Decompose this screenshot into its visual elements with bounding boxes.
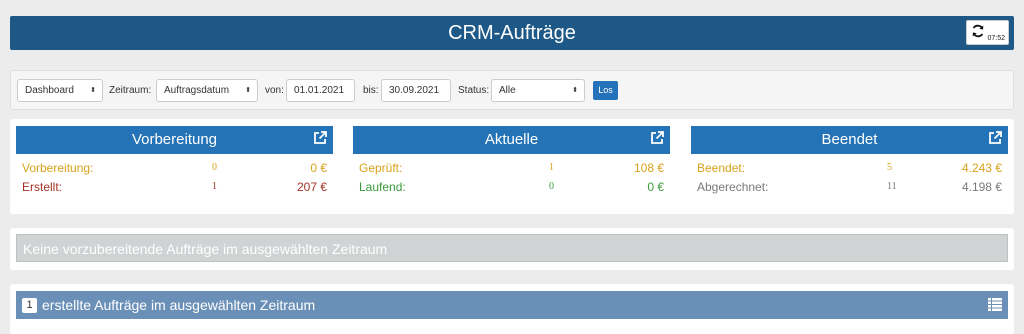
card-vorbereitung: Vorbereitung Vorbereitung: 0 0 € Erstell…	[16, 126, 333, 207]
select-caret-icon: ⬍	[572, 87, 578, 94]
summary-cards: Vorbereitung Vorbereitung: 0 0 € Erstell…	[10, 119, 1014, 214]
row-amount: 108 €	[633, 161, 664, 175]
created-panel-title: erstellte Aufträge im ausgewählten Zeitr…	[42, 297, 316, 313]
created-panel-header[interactable]: 1 erstellte Aufträge im ausgewählten Zei…	[16, 291, 1008, 319]
status-select[interactable]: Alle ⬍	[491, 79, 585, 102]
row-label: Geprüft:	[359, 161, 403, 175]
card-header: Beendet	[691, 126, 1008, 154]
row-amount: 4.243 €	[961, 161, 1002, 175]
status-select-value: Alle	[499, 85, 516, 96]
external-link-icon[interactable]	[313, 131, 327, 145]
refresh-timer: 07:52	[987, 35, 1005, 42]
card-row: Erstellt: 1 207 €	[22, 178, 327, 196]
row-count: 11	[887, 181, 897, 192]
card-row: Laufend: 0 0 €	[359, 178, 664, 196]
select-caret-icon: ⬍	[245, 87, 251, 94]
status-label: Status:	[458, 85, 490, 96]
row-label: Beendet:	[697, 161, 746, 175]
von-date-input[interactable]: 01.01.2021	[286, 79, 355, 102]
von-label: von:	[265, 85, 284, 96]
external-link-icon[interactable]	[988, 131, 1002, 145]
card-row: Vorbereitung: 0 0 €	[22, 159, 327, 177]
row-count: 0	[212, 162, 217, 173]
card-header: Aktuelle	[353, 126, 670, 154]
card-row: Abgerechnet: 11 4.198 €	[697, 178, 1002, 196]
row-count: 5	[887, 162, 892, 173]
zeitraum-label: Zeitraum:	[109, 85, 152, 96]
row-amount: 207 €	[296, 180, 327, 194]
panel-created: 1 erstellte Aufträge im ausgewählten Zei…	[10, 284, 1014, 334]
panel-none-prepared: Keine vorzubereitende Aufträge im ausgew…	[10, 228, 1014, 270]
go-button[interactable]: Los	[593, 81, 618, 100]
refresh-icon	[972, 24, 984, 38]
bis-label: bis:	[363, 85, 379, 96]
card-title: Vorbereitung	[131, 131, 218, 148]
card-aktuelle: Aktuelle Geprüft: 1 108 € Laufend: 0 0 €	[353, 126, 670, 207]
row-count: 1	[212, 181, 217, 192]
row-label: Laufend:	[359, 180, 406, 194]
empty-notice: Keine vorzubereitende Aufträge im ausgew…	[16, 234, 1008, 262]
row-label: Erstellt:	[22, 180, 63, 194]
zeitraum-select[interactable]: Auftragsdatum ⬍	[156, 79, 258, 102]
filter-bar: Dashboard ⬍ Zeitraum: Auftragsdatum ⬍ vo…	[10, 70, 1014, 110]
card-title: Aktuelle	[484, 131, 539, 148]
row-amount: 0 €	[647, 180, 664, 194]
view-select[interactable]: Dashboard ⬍	[17, 79, 103, 102]
row-label: Vorbereitung:	[22, 161, 94, 175]
app-header: CRM-Aufträge 07:52	[10, 16, 1014, 50]
card-beendet: Beendet Beendet: 5 4.243 € Abgerechnet: …	[691, 126, 1008, 207]
select-caret-icon: ⬍	[90, 87, 96, 94]
page-title: CRM-Aufträge	[448, 22, 576, 44]
card-header: Vorbereitung	[16, 126, 333, 154]
row-count: 0	[549, 181, 554, 192]
list-icon[interactable]	[988, 298, 1002, 311]
card-title: Beendet	[821, 131, 878, 148]
zeitraum-select-value: Auftragsdatum	[164, 85, 230, 96]
card-row: Geprüft: 1 108 €	[359, 159, 664, 177]
external-link-icon[interactable]	[650, 131, 664, 145]
card-row: Beendet: 5 4.243 €	[697, 159, 1002, 177]
row-count: 1	[549, 162, 554, 173]
bis-date-input[interactable]: 30.09.2021	[381, 79, 451, 102]
row-amount: 4.198 €	[961, 180, 1002, 194]
row-label: Abgerechnet:	[697, 180, 769, 194]
row-amount: 0 €	[310, 161, 327, 175]
refresh-button[interactable]: 07:52	[966, 20, 1009, 45]
view-select-value: Dashboard	[25, 85, 74, 96]
count-badge: 1	[22, 298, 37, 313]
